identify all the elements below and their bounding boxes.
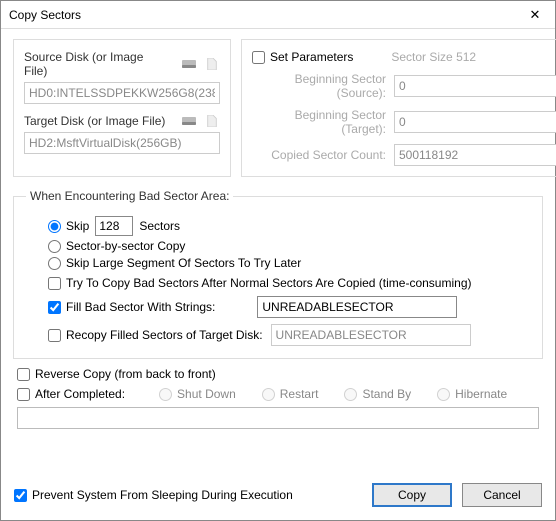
hibernate-radio[interactable]: Hibernate [437, 387, 507, 401]
skip-suffix: Sectors [139, 219, 180, 233]
set-parameters-checkbox[interactable] [252, 51, 265, 64]
begin-target-label: Beginning Sector (Target): [252, 108, 394, 136]
bad-sector-group: When Encountering Bad Sector Area: Skip … [13, 189, 543, 359]
after-completed-checkbox[interactable] [17, 388, 30, 401]
hibernate-label: Hibernate [455, 387, 507, 401]
close-icon: ✕ [530, 7, 541, 23]
close-button[interactable]: ✕ [515, 1, 555, 28]
after-completed-label: After Completed: [35, 387, 125, 401]
cancel-button[interactable]: Cancel [462, 483, 542, 507]
set-parameters-check[interactable]: Set Parameters [252, 50, 353, 64]
cancel-button-label: Cancel [483, 488, 520, 502]
titlebar: Copy Sectors ✕ [1, 1, 555, 29]
params-group: Set Parameters Sector Size 512 Beginning… [241, 39, 556, 177]
sector-by-sector-radio-input[interactable] [48, 240, 61, 253]
recopy-check[interactable]: Recopy Filled Sectors of Target Disk: [48, 328, 263, 342]
try-copy-bad-check[interactable]: Try To Copy Bad Sectors After Normal Sec… [48, 276, 472, 290]
try-copy-bad-label: Try To Copy Bad Sectors After Normal Sec… [66, 276, 472, 290]
file-icon[interactable] [204, 115, 220, 127]
content-area: Source Disk (or Image File) Target Disk … [1, 29, 555, 437]
window-title: Copy Sectors [9, 8, 81, 22]
fill-bad-checkbox[interactable] [48, 301, 61, 314]
reverse-copy-checkbox[interactable] [17, 368, 30, 381]
source-disk-input[interactable] [24, 82, 220, 104]
copy-button-label: Copy [398, 488, 426, 502]
recopy-input[interactable] [271, 324, 471, 346]
hibernate-radio-input[interactable] [437, 388, 450, 401]
skip-count-input[interactable] [95, 216, 133, 236]
sector-size-label: Sector Size 512 [391, 50, 476, 64]
prevent-sleep-label: Prevent System From Sleeping During Exec… [32, 488, 293, 502]
skip-radio-input[interactable] [48, 220, 61, 233]
copied-count-input[interactable] [394, 144, 556, 166]
target-disk-label: Target Disk (or Image File) [24, 114, 165, 128]
fill-bad-input[interactable] [257, 296, 457, 318]
file-icon[interactable] [204, 58, 220, 70]
sector-by-sector-label: Sector-by-sector Copy [66, 239, 185, 253]
restart-radio-input[interactable] [262, 388, 275, 401]
set-parameters-label: Set Parameters [270, 50, 353, 64]
restart-radio[interactable]: Restart [262, 387, 319, 401]
standby-label: Stand By [362, 387, 411, 401]
skip-large-radio-input[interactable] [48, 257, 61, 270]
begin-target-input[interactable] [394, 111, 556, 133]
skip-label: Skip [66, 219, 89, 233]
prevent-sleep-checkbox[interactable] [14, 489, 27, 502]
shutdown-radio-input[interactable] [159, 388, 172, 401]
try-copy-bad-checkbox[interactable] [48, 277, 61, 290]
disk-icon[interactable] [182, 58, 198, 70]
disk-icon[interactable] [182, 115, 198, 127]
copy-button[interactable]: Copy [372, 483, 452, 507]
begin-source-label: Beginning Sector (Source): [252, 72, 394, 100]
fill-bad-label: Fill Bad Sector With Strings: [66, 300, 215, 314]
shutdown-label: Shut Down [177, 387, 236, 401]
restart-label: Restart [280, 387, 319, 401]
standby-radio-input[interactable] [344, 388, 357, 401]
recopy-checkbox[interactable] [48, 329, 61, 342]
source-disk-label: Source Disk (or Image File) [24, 50, 170, 78]
reverse-copy-label: Reverse Copy (from back to front) [35, 367, 216, 381]
disks-group: Source Disk (or Image File) Target Disk … [13, 39, 231, 177]
skip-large-label: Skip Large Segment Of Sectors To Try Lat… [66, 256, 301, 270]
sector-by-sector-radio[interactable]: Sector-by-sector Copy [48, 239, 185, 253]
prevent-sleep-check[interactable]: Prevent System From Sleeping During Exec… [14, 488, 293, 502]
copied-count-label: Copied Sector Count: [252, 148, 394, 162]
after-completed-check[interactable]: After Completed: [17, 387, 125, 401]
bad-sector-legend: When Encountering Bad Sector Area: [26, 189, 233, 203]
target-disk-input[interactable] [24, 132, 220, 154]
shutdown-radio[interactable]: Shut Down [159, 387, 236, 401]
skip-large-radio[interactable]: Skip Large Segment Of Sectors To Try Lat… [48, 256, 301, 270]
begin-source-input[interactable] [394, 75, 556, 97]
fill-bad-check[interactable]: Fill Bad Sector With Strings: [48, 300, 215, 314]
standby-radio[interactable]: Stand By [344, 387, 411, 401]
recopy-label: Recopy Filled Sectors of Target Disk: [66, 328, 263, 342]
skip-radio[interactable]: Skip [48, 219, 89, 233]
progress-bar [17, 407, 539, 429]
reverse-copy-check[interactable]: Reverse Copy (from back to front) [17, 367, 216, 381]
footer: Prevent System From Sleeping During Exec… [0, 473, 556, 521]
